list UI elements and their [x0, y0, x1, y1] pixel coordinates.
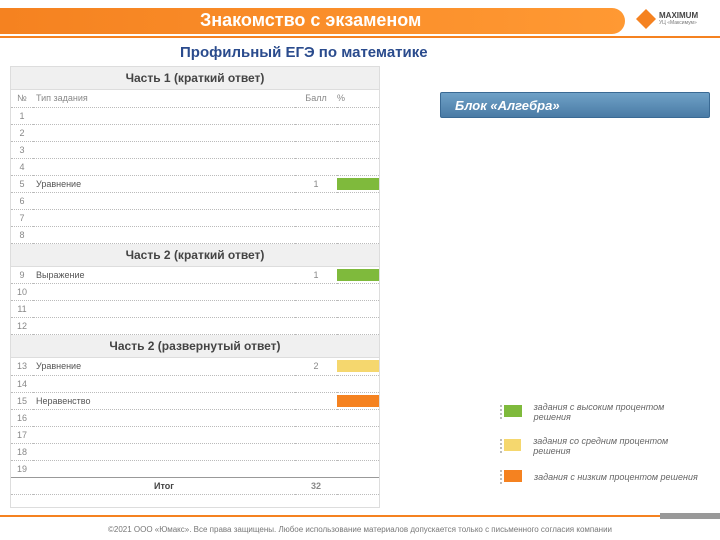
header-underline	[0, 36, 720, 38]
table-row: 6	[11, 192, 379, 209]
table-row: 12	[11, 318, 379, 335]
swatch-green-icon	[500, 405, 522, 419]
section-2-head: Часть 2 (краткий ответ)	[11, 244, 379, 267]
table-row: 15Неравенство	[11, 392, 379, 409]
table-row: 10	[11, 284, 379, 301]
legend-low-label: задания с низким процентом решения	[534, 472, 698, 482]
table-row: 9Выражение1	[11, 267, 379, 284]
table-row: 19	[11, 460, 379, 477]
table-row: 2	[11, 124, 379, 141]
legend-low: задания с низким процентом решения	[500, 470, 700, 484]
footer-copyright: ©2021 ООО «Юмакс». Все права защищены. Л…	[0, 525, 720, 534]
table-row: 8	[11, 226, 379, 243]
block-title: Блок «Алгебра»	[440, 92, 710, 118]
table-row: 16	[11, 409, 379, 426]
logo: MAXIMUM УЦ «Максимум»	[636, 6, 706, 32]
swatch-orange-icon	[500, 470, 522, 484]
table-header-row: № Тип задания Балл %	[11, 90, 379, 107]
table-row: 3	[11, 141, 379, 158]
table-row: 1	[11, 107, 379, 124]
section-2-body: 9Выражение1 10 11 12	[11, 267, 379, 335]
subtitle: Профильный ЕГЭ по математике	[180, 44, 428, 61]
col-type: Тип задания	[33, 90, 295, 107]
totals-score: 32	[295, 477, 337, 494]
logo-subtext: УЦ «Максимум»	[659, 20, 698, 26]
section-3-head: Часть 2 (развернутый ответ)	[11, 335, 379, 358]
totals-row: Итог32	[11, 477, 379, 494]
section-1-head: Часть 1 (краткий ответ)	[11, 67, 379, 90]
col-pct: %	[337, 90, 379, 107]
table-row: 5Уравнение1	[11, 175, 379, 192]
section-1-body: 1 2 3 4 5Уравнение1 6 7 8	[11, 107, 379, 243]
col-num: №	[11, 90, 33, 107]
right-pane: Блок «Алгебра» задания с высоким процент…	[380, 66, 710, 508]
col-score: Балл	[295, 90, 337, 107]
table-row: 14	[11, 375, 379, 392]
footer-line	[0, 514, 720, 518]
table-row: 11	[11, 301, 379, 318]
totals-label: Итог	[33, 477, 295, 494]
main-area: Часть 1 (краткий ответ) № Тип задания Ба…	[10, 66, 710, 508]
table-row: 17	[11, 426, 379, 443]
table-row: 13Уравнение2	[11, 358, 379, 375]
page-title: Знакомство с экзаменом	[200, 10, 421, 31]
task-table: Часть 1 (краткий ответ) № Тип задания Ба…	[10, 66, 380, 508]
swatch-yellow-icon	[500, 439, 521, 453]
legend-mid: задания со средним процентом решения	[500, 436, 700, 456]
legend-high-label: задания с высоким процентом решения	[534, 402, 700, 422]
legend-mid-label: задания со средним процентом решения	[533, 436, 700, 456]
legend-high: задания с высоким процентом решения	[500, 402, 700, 422]
logo-icon	[636, 9, 656, 29]
table-row: 18	[11, 443, 379, 460]
table-row: 4	[11, 158, 379, 175]
section-3-body: 13Уравнение2 14 15Неравенство 16 17 18 1…	[11, 358, 379, 494]
legend: задания с высоким процентом решения зада…	[500, 402, 700, 498]
table-row: 7	[11, 209, 379, 226]
logo-text: MAXIMUM	[659, 12, 698, 20]
